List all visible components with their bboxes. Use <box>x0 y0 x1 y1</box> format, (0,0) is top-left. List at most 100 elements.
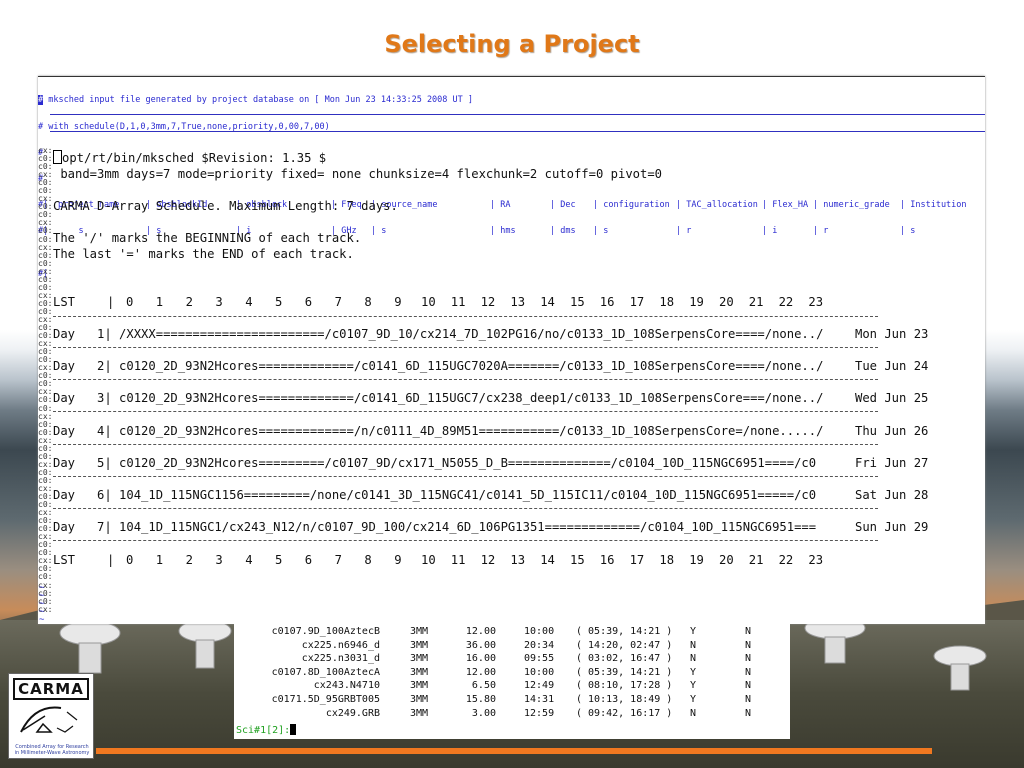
day-track-sequence: c0120_2D_93N2Hcores=============/c0141_6… <box>119 359 824 374</box>
logo-wordmark: CARMA <box>13 678 89 700</box>
row-separator <box>53 411 878 413</box>
day-date: Thu Jun 26 <box>855 423 929 438</box>
schedule-title: CARMA D-Array Schedule. Maximum Length: … <box>53 199 398 213</box>
hour-label: 17 <box>629 295 645 309</box>
project-list-cell: 09:55 <box>524 653 555 665</box>
project-list-cell: c0107.9D_100AztecB <box>271 626 380 637</box>
hour-label: 19 <box>689 295 704 309</box>
hour-label: 0 <box>126 295 134 309</box>
logo-tagline: Combined Array for Research in Millimeter… <box>14 744 90 756</box>
project-list-row[interactable]: cx243.N4710 3MM 6.50 12:49 ( 08:10, 17:28 ) Y… <box>234 680 790 693</box>
header-generated-line: mksched input file generated by project … <box>48 95 473 106</box>
project-list-cell: ( 09:42, 16:17 ) <box>576 707 673 719</box>
project-list-cell: 3.00 <box>471 707 496 719</box>
hour-label: 22 <box>778 553 794 567</box>
project-list-cell: 12:59 <box>524 707 555 719</box>
header-separator-top <box>50 114 985 115</box>
lst-label: LST <box>53 553 76 567</box>
lst-divider: | <box>107 295 115 309</box>
hour-label: 22 <box>778 295 794 309</box>
project-list-terminal[interactable]: c0107.9D_100AztecB 3MM 12.00 10:00 ( 05:39, … <box>234 623 790 739</box>
project-list-cell: N <box>690 639 697 651</box>
project-list-cell: ( 14:20, 02:47 ) <box>576 639 673 651</box>
hour-label: 16 <box>599 553 615 567</box>
day-date: Sat Jun 28 <box>855 488 929 502</box>
header-separator-bottom <box>50 131 985 132</box>
day-label: Day 3| <box>53 391 120 406</box>
project-list-row[interactable]: c0171.5D_95GRBT005 3MM 15.80 14:31 ( 10:13, … <box>234 694 790 707</box>
project-list-cell: 36.00 <box>465 639 496 651</box>
carma-logo: CARMA Combined Array for Research in Mill… <box>8 673 94 759</box>
project-list-cell: 15.80 <box>465 694 496 705</box>
schedule-day-row[interactable]: Day 3| c0120_2D_93N2Hcores=============/… <box>53 391 823 405</box>
hour-label: 13 <box>510 553 526 567</box>
schedule-day-row[interactable]: Day 4| c0120_2D_93N2Hcores=============/… <box>53 424 823 438</box>
hour-label: 3 <box>215 295 223 309</box>
hour-label: 5 <box>275 553 283 567</box>
project-list-cell: N <box>745 639 752 651</box>
day-track-sequence: c0120_2D_93N2Hcores=========/c0107_9D/cx… <box>119 455 817 470</box>
schedule-day-row[interactable]: Day 2| c0120_2D_93N2Hcores=============/… <box>53 359 823 373</box>
project-list-cell: N <box>745 680 752 692</box>
project-list-cell: 3MM <box>410 666 429 678</box>
line-gutter: cx: c0: c0: cx: c0: c0: cx: c0: c0: cx: … <box>38 147 52 614</box>
project-list-cell: Y <box>690 680 697 692</box>
antenna-right-2 <box>933 645 987 691</box>
hour-label: 18 <box>659 553 675 567</box>
project-list-cell: cx225.n3031_d <box>301 653 380 665</box>
hour-label: 21 <box>748 295 764 309</box>
file-header: # mksched input file generated by projec… <box>38 79 985 296</box>
prompt-cursor <box>290 724 297 735</box>
hour-label: 19 <box>689 553 704 567</box>
project-list-cell: N <box>745 626 752 637</box>
day-track-sequence: c0120_2D_93N2Hcores=============/c0141_6… <box>119 391 824 406</box>
note-end: The last '=' marks the END of each track… <box>53 247 354 261</box>
hour-label: 7 <box>334 553 342 567</box>
project-list-cell: N <box>745 694 752 705</box>
hour-label: 0 <box>126 553 134 567</box>
hour-label: 12 <box>480 295 496 309</box>
project-list-row[interactable]: c0107.8D_100AztecA 3MM 12.00 10:00 ( 05:39, … <box>234 667 790 680</box>
project-list-cell: cx243.N4710 <box>313 680 380 692</box>
text-cursor <box>53 150 62 164</box>
project-list-cell: ( 05:39, 14:21 ) <box>576 626 673 637</box>
header-column-name: | Flex_HA <box>762 199 809 210</box>
header-column-type: | r <box>676 225 692 236</box>
project-list-cell: N <box>690 653 697 665</box>
project-list-row[interactable]: cx225.n6946_d 3MM 36.00 20:34 ( 14:20, 02:47… <box>234 640 790 653</box>
hour-label: 9 <box>394 295 402 309</box>
header-column-type: | s <box>900 225 916 236</box>
hour-label: 17 <box>629 553 645 567</box>
schedule-day-row[interactable]: Day 6| 104_1D_115NGC1156=========/none/c… <box>53 488 816 502</box>
hour-label: 20 <box>719 553 734 567</box>
day-date: Sun Jun 29 <box>855 520 929 535</box>
hour-label: 23 <box>808 295 824 309</box>
project-list-row[interactable]: c0107.9D_100AztecB 3MM 12.00 10:00 ( 05:39, … <box>234 626 790 639</box>
day-track-sequence: 104_1D_115NGC1/cx243_N12/n/c0107_9D_100/… <box>119 520 817 535</box>
row-separator <box>53 475 878 477</box>
hour-label: 11 <box>450 295 466 309</box>
schedule-day-row[interactable]: Day 7| 104_1D_115NGC1/cx243_N12/n/c0107_… <box>53 520 816 534</box>
mksched-terminal[interactable]: # mksched input file generated by projec… <box>38 76 985 624</box>
hour-label: 6 <box>304 295 313 309</box>
hour-label: 9 <box>394 553 402 567</box>
hour-label: 15 <box>570 553 585 567</box>
header-cursor: # <box>38 95 44 106</box>
hour-label: 16 <box>599 295 615 309</box>
day-label: Day 7| <box>53 520 120 535</box>
day-label: Day 4| <box>53 423 120 438</box>
schedule-day-row[interactable]: Day 5| c0120_2D_93N2Hcores=========/c010… <box>53 456 816 470</box>
hour-label: 5 <box>275 295 283 309</box>
hour-label: 15 <box>570 295 585 309</box>
project-list-row[interactable]: cx225.n3031_d 3MM 16.00 09:55 ( 03:02, 16:47… <box>234 653 790 666</box>
project-list-cell: Y <box>690 694 697 705</box>
day-date: Fri Jun 27 <box>855 455 929 470</box>
project-list-cell: ( 05:39, 14:21 ) <box>576 666 673 678</box>
hour-label: 21 <box>748 553 764 567</box>
project-list-row[interactable]: cx249.GRB 3MM 3.00 12:59 ( 09:42, 16:17 ) N N <box>234 708 790 721</box>
project-list-cell: 12:49 <box>524 680 555 692</box>
shell-prompt[interactable]: Sci#1[2]: <box>236 724 297 736</box>
day-date: Tue Jun 24 <box>855 359 929 374</box>
schedule-day-row[interactable]: Day 1| /XXXX=======================/c010… <box>53 327 823 341</box>
hour-label: 12 <box>480 553 496 567</box>
